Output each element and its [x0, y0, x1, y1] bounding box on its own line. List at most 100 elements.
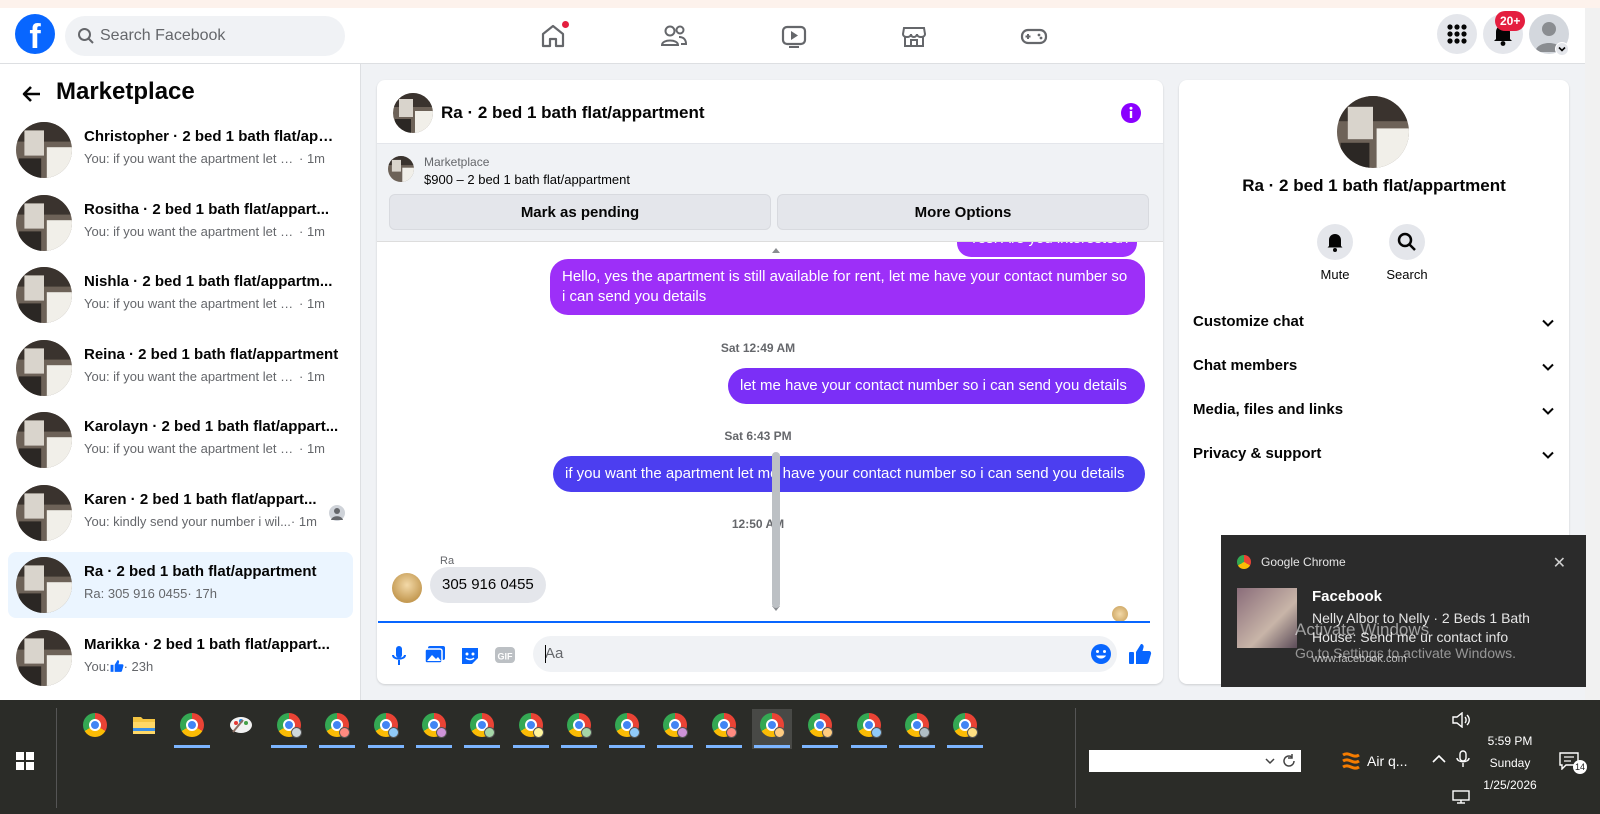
message-bubble-1[interactable]: Hello, yes the apartment is still availa…: [550, 259, 1145, 315]
conversation-item[interactable]: Karen · 2 bed 1 bath flat/appart... You: …: [8, 480, 353, 546]
menu-button[interactable]: [1437, 14, 1477, 54]
network-icon[interactable]: [1452, 790, 1470, 804]
message-bubble-3[interactable]: if you want the apartment let me have yo…: [553, 456, 1145, 492]
info-panel-thumbnail[interactable]: [1337, 96, 1409, 168]
marketplace-icon[interactable]: [898, 20, 930, 52]
paint-palette-icon: [230, 717, 252, 733]
facebook-logo[interactable]: f: [15, 14, 55, 54]
search-input[interactable]: Search Facebook: [65, 16, 345, 56]
conversation-item[interactable]: Karolayn · 2 bed 1 bath flat/appart... Yo…: [8, 407, 353, 473]
friends-icon[interactable]: [658, 20, 690, 52]
info-panel-title: Ra · 2 bed 1 bath flat/appartment: [1242, 176, 1506, 195]
conversation-preview: You: if you want the apartment let m... ·…: [84, 368, 325, 384]
microphone-tray-icon[interactable]: [1456, 750, 1470, 768]
taskbar-chrome-profile[interactable]: [800, 709, 840, 749]
refresh-icon[interactable]: [1281, 753, 1297, 769]
listing-banner: Marketplace $900 – 2 bed 1 bath flat/app…: [377, 144, 1163, 242]
video-icon[interactable]: [778, 20, 810, 52]
conversation-item[interactable]: Marikka · 2 bed 1 bath flat/appart... You…: [8, 625, 353, 691]
conversation-name: Karolayn · 2 bed 1 bath flat/appart...: [84, 418, 339, 435]
conversation-thumbnail: [16, 267, 72, 323]
taskbar-divider: [56, 708, 57, 808]
taskbar-chrome-profile[interactable]: [414, 709, 454, 749]
message-input[interactable]: Aa: [533, 636, 1117, 672]
windows-start-icon[interactable]: [16, 752, 34, 770]
microphone-icon[interactable]: [390, 645, 408, 667]
taskbar-address-box[interactable]: [1089, 750, 1301, 772]
taskbar-chrome-profile[interactable]: [462, 709, 502, 749]
media-files-links-row[interactable]: Media, files and links: [1193, 390, 1555, 430]
folder-icon: [133, 717, 155, 734]
chat-scrollbar-thumb[interactable]: [772, 452, 780, 608]
privacy-support-row[interactable]: Privacy & support: [1193, 434, 1555, 474]
taskbar-chrome-profile[interactable]: [366, 709, 406, 749]
taskbar-chrome-profile[interactable]: [607, 709, 647, 749]
taskbar-clock[interactable]: 5:59 PM Sunday 1/25/2026: [1470, 730, 1550, 796]
seen-avatar: [329, 504, 345, 521]
timestamp-3: 12:50 AM: [731, 517, 785, 531]
mute-button[interactable]: [1317, 224, 1353, 260]
taskbar-chrome-profile[interactable]: [269, 709, 309, 749]
sender-avatar[interactable]: [392, 573, 422, 603]
bell-icon: [1327, 234, 1343, 252]
chevron-down-icon: [1542, 363, 1554, 371]
taskbar-chrome-profile[interactable]: [317, 709, 357, 749]
message-bubble-cut[interactable]: Yes. Are you interested?: [957, 242, 1137, 257]
conversation-item[interactable]: Reina · 2 bed 1 bath flat/appartment You:…: [8, 335, 353, 401]
back-arrow-icon[interactable]: [20, 82, 44, 106]
conversation-item[interactable]: Rositha · 2 bed 1 bath flat/appart... You…: [8, 190, 353, 256]
photo-icon[interactable]: [424, 645, 446, 665]
taskbar-chrome-profile[interactable]: [559, 709, 599, 749]
page-scrollbar[interactable]: [1585, 8, 1600, 700]
customize-chat-row[interactable]: Customize chat: [1193, 302, 1555, 342]
listing-thumbnail[interactable]: [393, 93, 433, 133]
conversation-item[interactable]: Christopher · 2 bed 1 bath flat/app... Yo…: [8, 117, 353, 183]
search-in-chat-button[interactable]: [1389, 224, 1425, 260]
conversation-item[interactable]: Nishla · 2 bed 1 bath flat/appartm... You…: [8, 262, 353, 328]
listing-price[interactable]: $900 – 2 bed 1 bath flat/appartment: [424, 172, 630, 187]
more-options-button[interactable]: More Options: [777, 194, 1149, 230]
gif-icon[interactable]: GIF: [494, 645, 516, 665]
mark-as-pending-button[interactable]: Mark as pending: [389, 194, 771, 230]
conversation-preview: You: kindly send your number i wil...· 1…: [84, 513, 317, 529]
toast-close-button[interactable]: ✕: [1553, 553, 1566, 573]
reply-bubble[interactable]: 305 916 0455: [430, 567, 546, 603]
chevron-down-icon: [1558, 46, 1566, 52]
chevron-down-icon: [1542, 407, 1554, 415]
info-icon[interactable]: [1120, 102, 1142, 124]
weather-widget-text[interactable]: Air q...: [1367, 753, 1407, 769]
air-quality-icon[interactable]: [1341, 749, 1361, 773]
taskbar-file-explorer[interactable]: [124, 709, 164, 749]
chat-title[interactable]: Ra · 2 bed 1 bath flat/appartment: [441, 103, 705, 123]
chevron-down-icon: [1265, 758, 1275, 765]
taskbar-chrome-profile[interactable]: [655, 709, 695, 749]
conversation-thumbnail: [16, 557, 72, 613]
notifications-badge: 20+: [1495, 11, 1526, 31]
speaker-icon[interactable]: [1452, 712, 1470, 728]
like-thumb-icon[interactable]: [1128, 642, 1152, 666]
conversation-item[interactable]: Ra · 2 bed 1 bath flat/appartment Ra: 305…: [8, 552, 353, 618]
conversation-name: Karen · 2 bed 1 bath flat/appart...: [84, 490, 317, 508]
taskbar-chrome-profile[interactable]: [704, 709, 744, 749]
sender-name: Ra: [440, 555, 455, 567]
account-chevron[interactable]: [1555, 42, 1569, 56]
conversation-name: Reina · 2 bed 1 bath flat/appartment: [84, 345, 339, 363]
emoji-icon[interactable]: [1090, 643, 1112, 665]
taskbar-chrome-profile[interactable]: [945, 709, 985, 749]
taskbar-chrome-profile[interactable]: [752, 709, 792, 749]
taskbar-chrome-profile[interactable]: [511, 709, 551, 749]
taskbar-chrome-profile[interactable]: [897, 709, 937, 749]
taskbar-chrome-pinned[interactable]: [75, 709, 115, 749]
sticker-icon[interactable]: [459, 645, 481, 667]
listing-banner-thumbnail[interactable]: [388, 156, 414, 182]
taskbar-paint[interactable]: [221, 709, 261, 749]
gaming-icon[interactable]: [1018, 20, 1050, 52]
chevron-up-icon[interactable]: [1432, 754, 1446, 764]
chevron-down-icon: [1542, 319, 1554, 327]
taskbar-chrome-profile[interactable]: [849, 709, 889, 749]
chrome-notification-toast[interactable]: Google Chrome ✕ Facebook Nelly Albor to …: [1221, 535, 1586, 687]
message-bubble-2[interactable]: let me have your contact number so i can…: [728, 368, 1145, 404]
chat-members-row[interactable]: Chat members: [1193, 346, 1555, 386]
taskbar-chrome[interactable]: [172, 709, 212, 749]
conversation-name: Nishla · 2 bed 1 bath flat/appartm...: [84, 273, 333, 290]
